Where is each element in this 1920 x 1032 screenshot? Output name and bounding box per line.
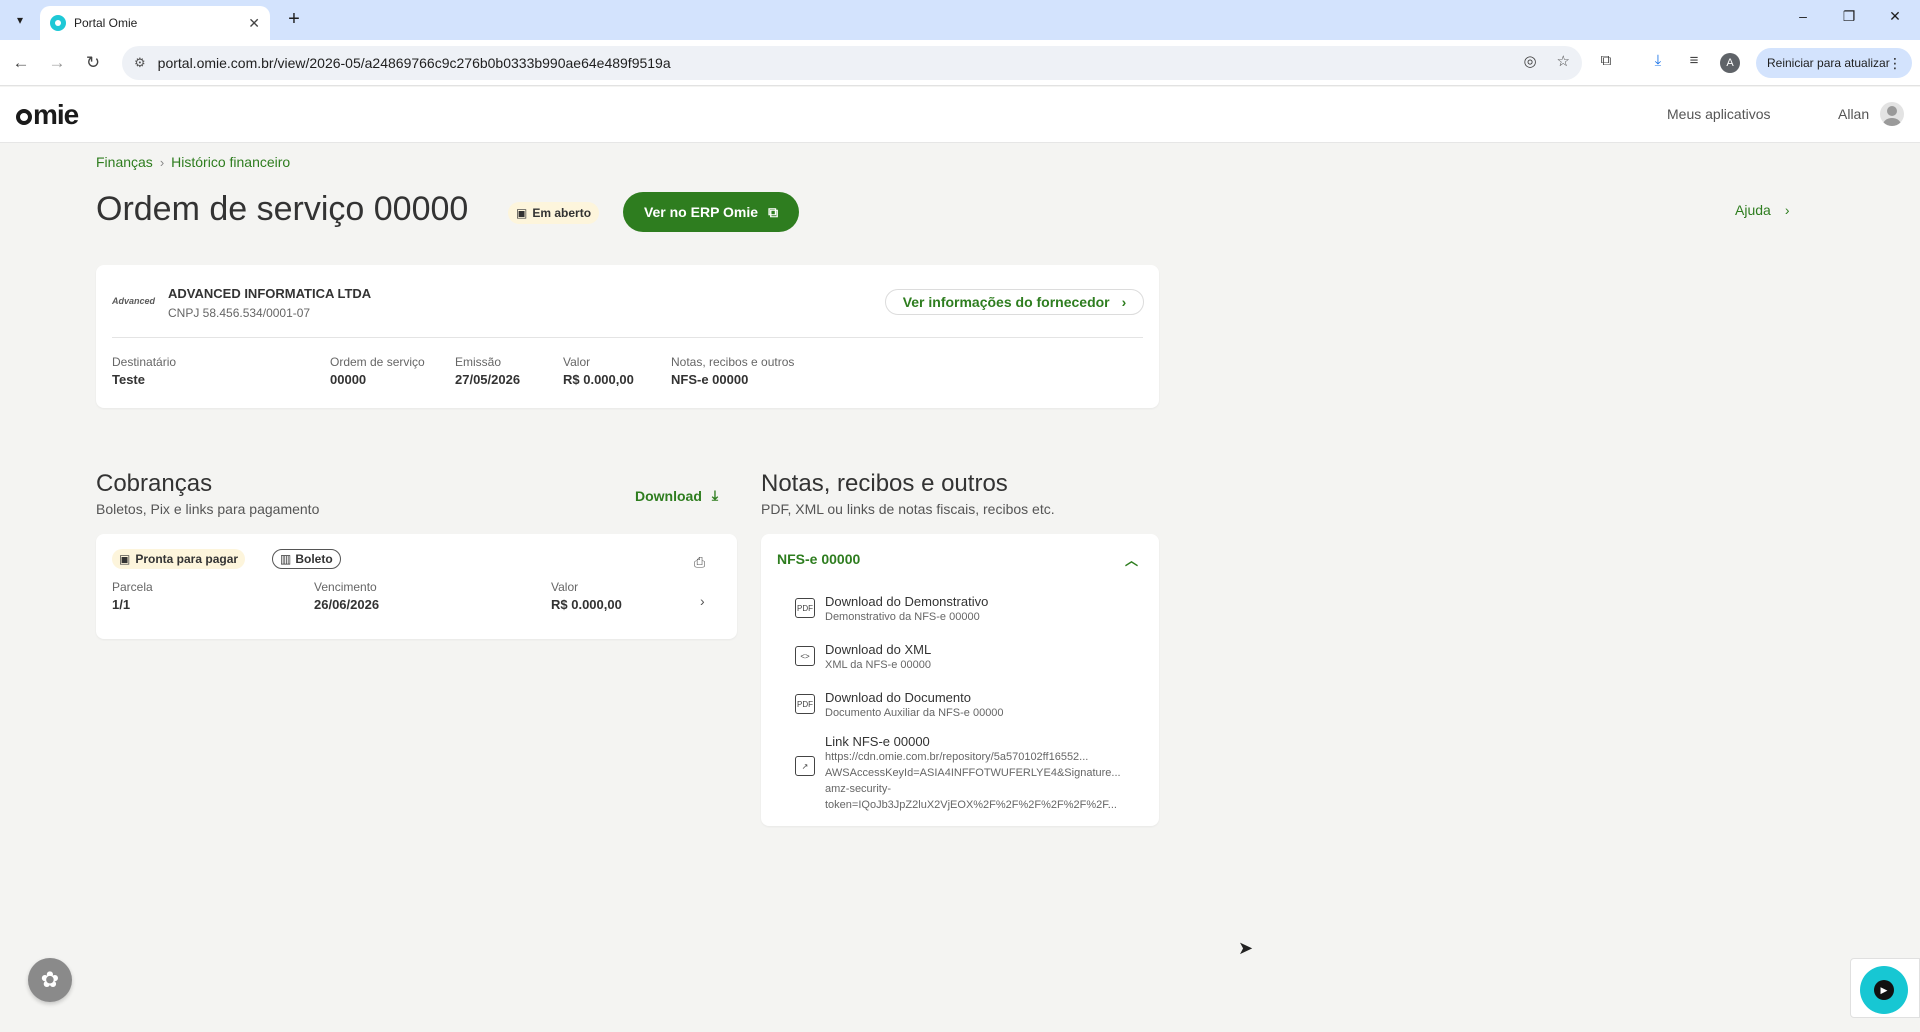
status-badge: ▣ Em aberto — [508, 202, 600, 224]
chevron-down-icon: ▾ — [16, 13, 24, 27]
download-xml-item[interactable]: <> Download do XML XML da NFS-e 00000 — [795, 642, 1145, 671]
breadcrumb-item-financas[interactable]: Finanças — [96, 154, 153, 170]
link-url-line: AWSAccessKeyId=ASIA4INFFOTWUFERLYE4&Sign… — [825, 767, 1121, 779]
chevron-right-icon: › — [1784, 202, 1790, 218]
field-parcela: Parcela 1/1 — [112, 580, 153, 612]
my-apps-link[interactable]: Meus aplicativos — [1667, 106, 1771, 122]
mouse-cursor-icon: ➤ — [1238, 938, 1254, 958]
boleto-badge: ▥ Boleto — [272, 549, 341, 569]
field-notas: Notas, recibos e outros NFS-e 00000 — [671, 355, 795, 387]
app-header: mie Meus aplicativos Allan — [0, 87, 1920, 143]
supplier-info-button[interactable]: Ver informações do fornecedor › — [885, 289, 1144, 315]
barcode-icon: ▥ — [280, 552, 292, 566]
chevron-right-icon: › — [1121, 294, 1127, 310]
browser-tab[interactable]: Portal Omie ✕ — [40, 6, 270, 40]
media-icon[interactable]: ≡ — [1683, 52, 1705, 74]
forward-button[interactable]: → — [44, 50, 70, 76]
charge-item-card[interactable]: ▣ Pronta para pagar ▥ Boleto ⎙ Parcela 1… — [96, 534, 737, 639]
star-icon[interactable]: ☆ — [1557, 52, 1570, 70]
view-in-erp-button[interactable]: Ver no ERP Omie ⧉ — [623, 192, 799, 232]
browser-toolbar: ← → ↻ ⚙ portal.omie.com.br/view/2026-05/… — [0, 40, 1920, 86]
eye-off-icon[interactable]: ◎ — [1523, 52, 1536, 70]
charges-title: Cobranças — [96, 470, 213, 497]
nfse-link-item[interactable]: ↗ Link NFS-e 00000 https://cdn.omie.com.… — [795, 734, 1145, 813]
chevron-right-icon: › — [159, 154, 165, 170]
notes-card: NFS-e 00000 ︿ PDF Download do Demonstrat… — [761, 534, 1159, 826]
calendar-icon: ▣ — [119, 552, 131, 566]
supplier-logo: Advanced — [112, 296, 156, 306]
new-tab-button[interactable]: + — [282, 8, 306, 32]
notes-subtitle: PDF, XML ou links de notas fiscais, reci… — [761, 501, 1055, 517]
download-charges-button[interactable]: Download ⤓ — [635, 487, 718, 504]
site-info-icon[interactable]: ⚙ — [134, 55, 146, 71]
back-button[interactable]: ← — [8, 50, 34, 76]
chevron-right-icon[interactable]: › — [700, 593, 705, 609]
address-bar[interactable]: ⚙ portal.omie.com.br/view/2026-05/a24869… — [122, 46, 1582, 80]
print-icon[interactable]: ⎙ — [694, 554, 705, 571]
notes-title: Notas, recibos e outros — [761, 470, 1008, 497]
supplier-name: ADVANCED INFORMATICA LTDA — [168, 286, 372, 301]
chevron-up-icon[interactable]: ︿ — [1125, 550, 1138, 569]
user-avatar-icon[interactable] — [1880, 102, 1904, 126]
close-window-button[interactable]: ✕ — [1872, 8, 1918, 32]
pdf-icon: PDF — [795, 598, 815, 618]
download-icon[interactable]: ⤓ — [1647, 52, 1669, 74]
breadcrumb-item-historico[interactable]: Histórico financeiro — [171, 154, 290, 170]
update-browser-button[interactable]: Reiniciar para atualizar ⋮ — [1756, 48, 1912, 78]
close-icon[interactable]: ✕ — [248, 15, 260, 32]
field-emissao: Emissão 27/05/2026 — [455, 355, 521, 387]
link-url-line: token=IQoJb3JpZ2luX2VjEOX%2F%2F%2F%2F%2F… — [825, 799, 1117, 811]
address-url: portal.omie.com.br/view/2026-05/a2486976… — [157, 55, 671, 71]
divider — [112, 337, 1143, 338]
browser-tab-bar: ▾ Portal Omie ✕ + – ❐ ✕ — [0, 0, 1920, 40]
download-icon: ⤓ — [711, 487, 719, 503]
help-link[interactable]: Ajuda › — [1735, 202, 1789, 218]
ready-to-pay-badge: ▣ Pronta para pagar — [112, 549, 246, 569]
field-destinatario: Destinatário Teste — [112, 355, 177, 387]
omie-logo[interactable]: mie — [16, 99, 79, 131]
restore-button[interactable]: ❐ — [1826, 8, 1872, 32]
play-icon: ▶ — [1874, 980, 1894, 1000]
field-valor: Valor R$ 0.000,00 — [551, 580, 622, 612]
minimize-button[interactable]: – — [1780, 8, 1826, 32]
update-label: Reiniciar para atualizar — [1767, 56, 1890, 70]
user-name[interactable]: Allan — [1838, 106, 1869, 122]
code-icon: <> — [795, 646, 815, 666]
field-valor: Valor R$ 0.000,00 — [563, 355, 634, 387]
external-link-icon: ↗ — [795, 756, 815, 776]
tab-title: Portal Omie — [74, 16, 138, 30]
download-documento-item[interactable]: PDF Download do Documento Documento Auxi… — [795, 690, 1145, 719]
breadcrumb: Finanças › Histórico financeiro — [96, 154, 290, 170]
link-url-line: amz-security- — [825, 783, 892, 795]
field-ordem-servico: Ordem de serviço 00000 — [330, 355, 425, 387]
page-title: Ordem de serviço 00000 — [96, 190, 469, 228]
supplier-cnpj: CNPJ 58.456.534/0001-07 — [168, 306, 311, 320]
more-vert-icon: ⋮ — [1888, 54, 1902, 71]
logo-o-icon — [16, 109, 32, 125]
download-demonstrativo-item[interactable]: PDF Download do Demonstrativo Demonstrat… — [795, 594, 1145, 623]
external-link-icon: ⧉ — [768, 203, 779, 220]
omie-favicon-icon — [50, 15, 66, 31]
pdf-icon: PDF — [795, 694, 815, 714]
field-vencimento: Vencimento 26/06/2026 — [314, 580, 380, 612]
charges-subtitle: Boletos, Pix e links para pagamento — [96, 501, 320, 517]
tab-search-button[interactable]: ▾ — [8, 8, 32, 32]
supplier-card: Advanced ADVANCED INFORMATICA LTDA CNPJ … — [96, 265, 1159, 408]
calendar-icon: ▣ — [516, 206, 528, 220]
link-url-line: https://cdn.omie.com.br/repository/5a570… — [825, 751, 1089, 763]
reload-button[interactable]: ↻ — [80, 50, 106, 76]
chat-button[interactable]: ▶ — [1860, 966, 1908, 1014]
cookie-settings-icon[interactable]: ✿ — [28, 958, 72, 1002]
nfse-group-title[interactable]: NFS-e 00000 — [777, 551, 860, 567]
extensions-icon[interactable]: ⧉ — [1595, 52, 1617, 74]
profile-avatar[interactable]: A — [1720, 53, 1740, 73]
